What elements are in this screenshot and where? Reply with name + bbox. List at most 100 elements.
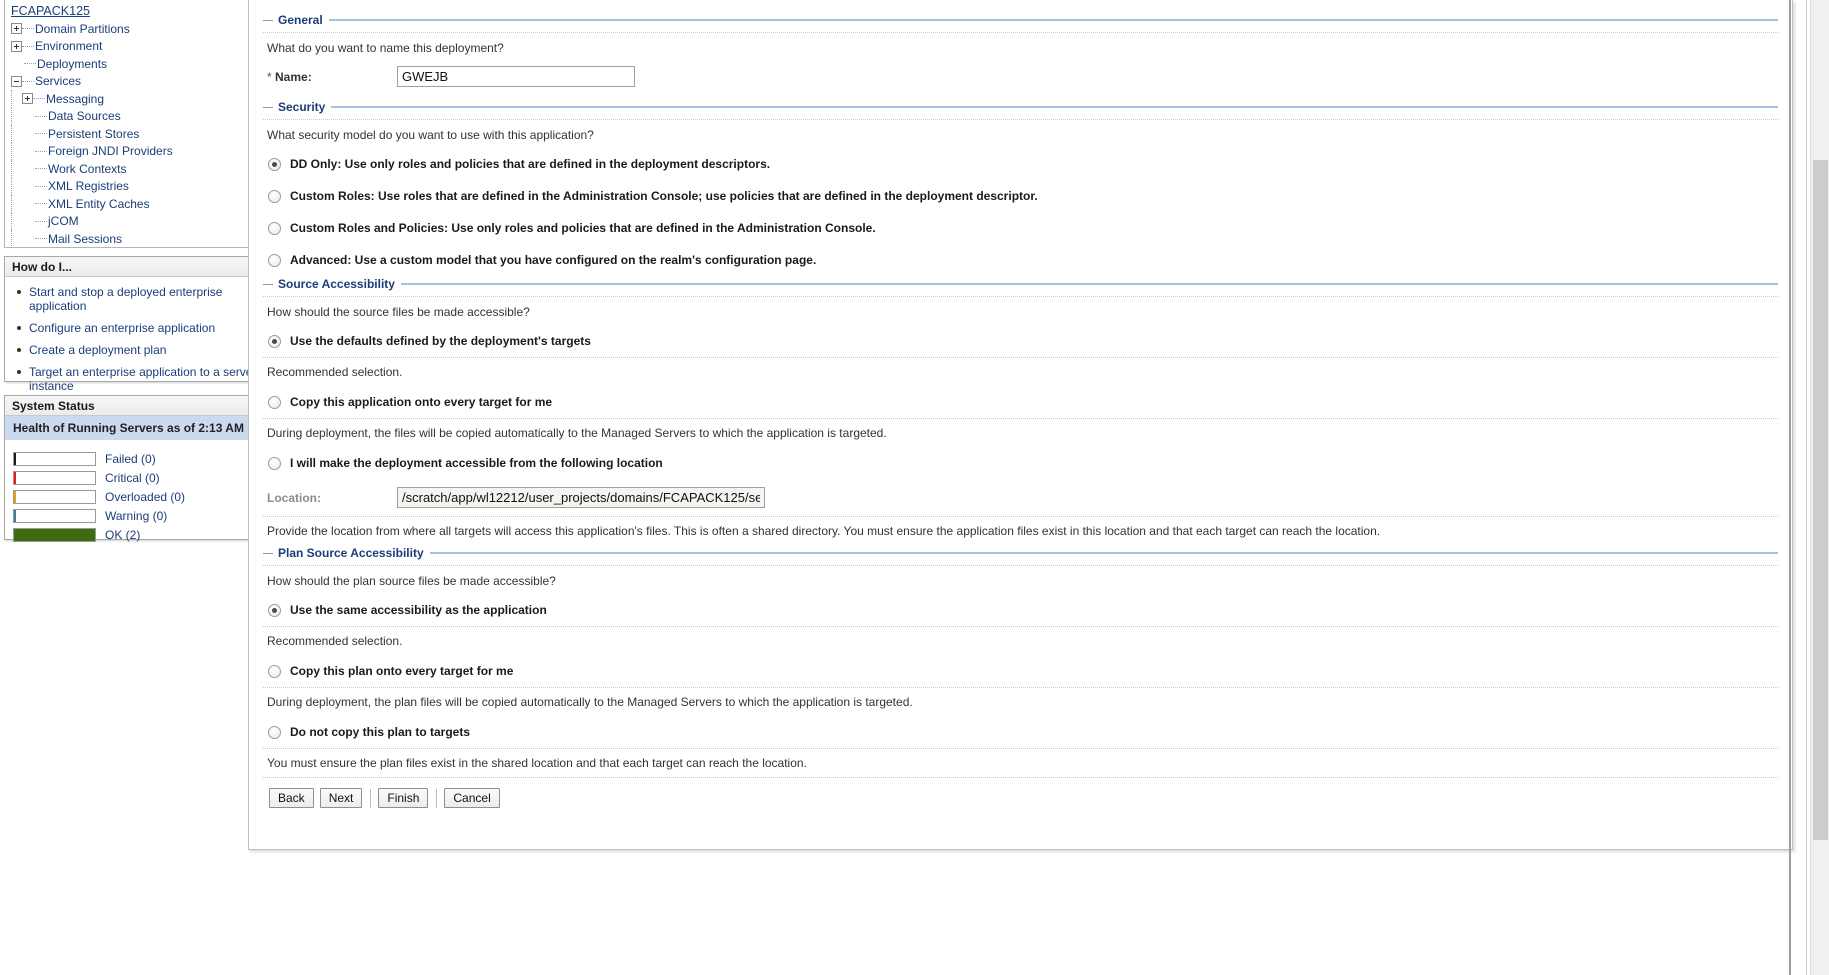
tree-dash (35, 203, 47, 204)
tree-item-foreign-jndi-providers[interactable]: Foreign JNDI Providers (11, 143, 252, 161)
security-option-advanced-row[interactable]: Advanced: Use a custom model that you ha… (263, 244, 1778, 276)
status-label[interactable]: Failed (0) (105, 452, 156, 466)
back-button[interactable]: Back (269, 788, 314, 808)
tree-dash (35, 221, 47, 222)
tree-item-label[interactable]: XML Registries (47, 179, 129, 193)
tree-item-label[interactable]: Deployments (36, 57, 107, 71)
security-option-advanced-radio[interactable] (268, 254, 281, 267)
security-option-dd-only-row[interactable]: DD Only: Use only roles and policies tha… (263, 148, 1778, 180)
next-button[interactable]: Next (320, 788, 363, 808)
security-option-dd-only-radio[interactable] (268, 158, 281, 171)
page-scroll-thumb[interactable] (1813, 160, 1828, 840)
system-status-portlet: System Status Health of Running Servers … (4, 395, 273, 540)
how-do-i-header: How do I... (5, 257, 272, 277)
tree-item-services[interactable]: Services (11, 73, 252, 91)
expand-icon[interactable] (22, 93, 33, 104)
tree-item-label[interactable]: XML Entity Caches (47, 197, 150, 211)
finish-button[interactable]: Finish (378, 788, 428, 808)
status-label[interactable]: Warning (0) (105, 509, 167, 523)
security-option-custom-roles-and-policies-radio[interactable] (268, 222, 281, 235)
tree-item-label[interactable]: jCOM (47, 214, 79, 228)
source-option-location-label[interactable]: I will make the deployment accessible fr… (290, 456, 663, 470)
tree-item-domain-partitions[interactable]: Domain Partitions (11, 20, 252, 38)
tree-item-mail-sessions[interactable]: Mail Sessions (11, 230, 252, 246)
status-label[interactable]: OK (2) (105, 528, 140, 542)
plan-option-same-row[interactable]: Use the same accessibility as the applic… (263, 594, 1778, 626)
plan-source-accessibility-section-title: Plan Source Accessibility (278, 546, 430, 560)
plan-option-nocopy-row[interactable]: Do not copy this plan to targets (263, 716, 1778, 748)
security-option-custom-roles-radio[interactable] (268, 190, 281, 203)
deployment-wizard-panel: General What do you want to name this de… (248, 0, 1793, 850)
tree-item-persistent-stores[interactable]: Persistent Stores (11, 125, 252, 143)
how-do-i-link[interactable]: Configure an enterprise application (29, 321, 215, 335)
tree-item-deployments[interactable]: Deployments (11, 55, 252, 73)
cancel-button[interactable]: Cancel (444, 788, 499, 808)
plan-option-nocopy-radio[interactable] (268, 726, 281, 739)
plan-option-copy-help: During deployment, the plan files will b… (263, 688, 1778, 716)
source-option-location-radio[interactable] (268, 457, 281, 470)
collapse-icon[interactable] (11, 76, 22, 87)
source-accessibility-section-header: Source Accessibility (263, 276, 1778, 292)
plan-option-nocopy-label[interactable]: Do not copy this plan to targets (290, 725, 470, 739)
source-option-copy-help: During deployment, the files will be cop… (263, 419, 1778, 447)
tree-item-work-contexts[interactable]: Work Contexts (11, 160, 252, 178)
tree-guide-line (11, 178, 12, 196)
status-bar (13, 490, 96, 504)
tree-item-label[interactable]: Foreign JNDI Providers (47, 144, 173, 158)
security-option-custom-roles-label[interactable]: Custom Roles: Use roles that are defined… (290, 189, 1038, 203)
location-input[interactable] (397, 487, 765, 508)
security-option-dd-only-label[interactable]: DD Only: Use only roles and policies tha… (290, 157, 770, 171)
expand-icon[interactable] (11, 41, 22, 52)
tree-dash (35, 133, 47, 134)
source-option-location-row[interactable]: I will make the deployment accessible fr… (263, 447, 1778, 479)
plan-option-same-label[interactable]: Use the same accessibility as the applic… (290, 603, 547, 617)
how-do-i-link[interactable]: Start and stop a deployed enterprise app… (29, 285, 222, 313)
section-lead-rule (263, 553, 273, 554)
required-marker: * (267, 70, 272, 84)
how-do-i-link[interactable]: Target an enterprise application to a se… (29, 365, 256, 393)
how-do-i-item: Configure an enterprise application (15, 321, 264, 335)
expand-icon[interactable] (11, 23, 22, 34)
tree-item-messaging[interactable]: Messaging (11, 90, 252, 108)
source-option-defaults-label[interactable]: Use the defaults defined by the deployme… (290, 334, 591, 348)
page-scrollbar[interactable] (1810, 0, 1829, 975)
tree-item-label[interactable]: Data Sources (47, 109, 121, 123)
domain-structure-tree-panel: FCAPACK125 Domain Partitions Environment D… (4, 0, 273, 248)
tree-item-xml-entity-caches[interactable]: XML Entity Caches (11, 195, 252, 213)
security-option-custom-roles-and-policies-row[interactable]: Custom Roles and Policies: Use only role… (263, 212, 1778, 244)
source-option-defaults-radio[interactable] (268, 335, 281, 348)
security-option-custom-roles-and-policies-label[interactable]: Custom Roles and Policies: Use only role… (290, 221, 876, 235)
plan-option-copy-label[interactable]: Copy this plan onto every target for me (290, 664, 513, 678)
tree-item-label[interactable]: Services (34, 74, 81, 88)
status-label[interactable]: Overloaded (0) (105, 490, 185, 504)
source-option-defaults-row[interactable]: Use the defaults defined by the deployme… (263, 325, 1778, 357)
how-do-i-link[interactable]: Create a deployment plan (29, 343, 166, 357)
tree-item-environment[interactable]: Environment (11, 38, 252, 56)
tree-guide-line (11, 195, 12, 213)
source-option-copy-label[interactable]: Copy this application onto every target … (290, 395, 552, 409)
tree-item-label[interactable]: Work Contexts (47, 162, 126, 176)
plan-option-nocopy-help: You must ensure the plan files exist in … (263, 749, 1778, 777)
tree-content: FCAPACK125 Domain Partitions Environment D… (5, 0, 252, 246)
tree-root-link[interactable]: FCAPACK125 (11, 4, 90, 18)
tree-item-label[interactable]: Mail Sessions (47, 232, 122, 246)
tree-item-xml-registries[interactable]: XML Registries (11, 178, 252, 196)
status-label[interactable]: Critical (0) (105, 471, 160, 485)
security-radio-group: DD Only: Use only roles and policies tha… (263, 148, 1778, 276)
security-option-custom-roles-row[interactable]: Custom Roles: Use roles that are defined… (263, 180, 1778, 212)
tree-item-label[interactable]: Domain Partitions (34, 22, 130, 36)
tree-item-data-sources[interactable]: Data Sources (11, 108, 252, 126)
plan-option-same-radio[interactable] (268, 604, 281, 617)
source-option-copy-radio[interactable] (268, 396, 281, 409)
source-option-copy-row[interactable]: Copy this application onto every target … (263, 386, 1778, 418)
tree-item-jcom[interactable]: jCOM (11, 213, 252, 231)
deployment-name-input[interactable] (397, 66, 635, 87)
status-row: Warning (0) (13, 506, 264, 525)
tree-item-label[interactable]: Messaging (45, 92, 104, 106)
plan-option-copy-radio[interactable] (268, 665, 281, 678)
plan-option-copy-row[interactable]: Copy this plan onto every target for me (263, 655, 1778, 687)
tree-guide-line (11, 160, 12, 178)
security-option-advanced-label[interactable]: Advanced: Use a custom model that you ha… (290, 253, 816, 267)
tree-item-label[interactable]: Environment (34, 39, 102, 53)
tree-item-label[interactable]: Persistent Stores (47, 127, 139, 141)
